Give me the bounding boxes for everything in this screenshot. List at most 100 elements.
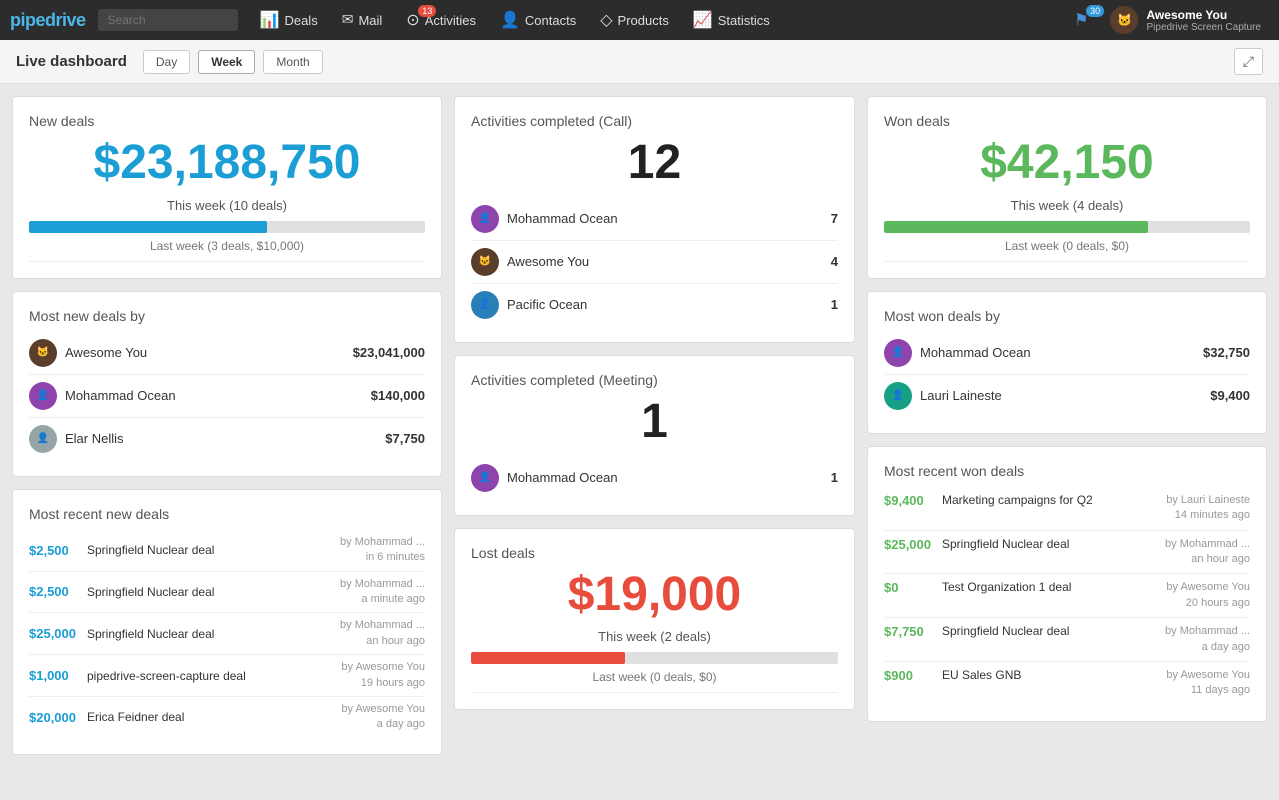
new-deals-progress: [29, 221, 425, 233]
most-recent-new-deals-card: Most recent new deals $2,500 Springfield…: [12, 489, 442, 755]
activities-call-count: 12: [471, 137, 838, 190]
search-input[interactable]: [98, 9, 238, 31]
list-item: 👤 Lauri Laineste $9,400: [884, 375, 1250, 417]
nav-mail-label: Mail: [358, 13, 382, 28]
avatar: 👤: [29, 425, 57, 453]
won-meta: by Lauri Laineste14 minutes ago: [1166, 493, 1250, 524]
middle-column: Activities completed (Call) 12 👤 Mohamma…: [454, 96, 855, 755]
deal-amount: $2,500: [29, 584, 81, 599]
deal-amount: $1,000: [29, 668, 81, 683]
new-deals-subtitle: This week (10 deals): [29, 198, 425, 213]
recent-deals-list: $2,500 Springfield Nuclear deal by Moham…: [29, 530, 425, 738]
new-deals-card: New deals $23,188,750 This week (10 deal…: [12, 96, 442, 279]
won-amount: $900: [884, 668, 936, 683]
person-name: Lauri Laineste: [920, 388, 1202, 403]
person-value: $23,041,000: [353, 345, 425, 360]
won-meta: by Awesome You20 hours ago: [1166, 580, 1250, 611]
won-meta: by Mohammad ...a day ago: [1165, 624, 1250, 655]
subheader: Live dashboard Day Week Month ⤢: [0, 40, 1279, 84]
brand-logo[interactable]: pipedrive: [10, 10, 86, 31]
list-item: $2,500 Springfield Nuclear deal by Moham…: [29, 530, 425, 572]
lost-deals-subtitle: This week (2 deals): [471, 629, 838, 644]
stats-icon: [693, 10, 713, 30]
deal-meta: by Mohammad ...in 6 minutes: [340, 535, 425, 566]
new-deals-lastweek: Last week (3 deals, $10,000): [29, 239, 425, 253]
avatar: 👤: [884, 339, 912, 367]
won-name: Springfield Nuclear deal: [942, 537, 1159, 551]
deal-name: Springfield Nuclear deal: [87, 543, 334, 557]
expand-button[interactable]: ⤢: [1234, 48, 1263, 75]
list-item: $900 EU Sales GNB by Awesome You11 days …: [884, 662, 1250, 705]
products-icon: [600, 10, 612, 30]
won-deals-card: Won deals $42,150 This week (4 deals) La…: [867, 96, 1267, 279]
list-item: 🐱 Awesome You 4: [471, 241, 838, 284]
nav-contacts[interactable]: Contacts: [490, 0, 586, 40]
nav-contacts-label: Contacts: [525, 13, 576, 28]
recent-won-title: Most recent won deals: [884, 463, 1250, 479]
avatar: 👤: [471, 205, 499, 233]
activities-call-list: 👤 Mohammad Ocean 7 🐱 Awesome You 4 👤 Pac…: [471, 198, 838, 326]
nav-activities[interactable]: 13 Activities: [396, 0, 486, 40]
nav-user[interactable]: 🐱 Awesome You Pipedrive Screen Capture: [1102, 6, 1269, 34]
activities-call-title: Activities completed (Call): [471, 113, 838, 129]
deal-name: pipedrive-screen-capture deal: [87, 669, 335, 683]
right-column: Won deals $42,150 This week (4 deals) La…: [867, 96, 1267, 755]
contacts-icon: [500, 10, 520, 30]
avatar: 👤: [884, 382, 912, 410]
list-item: 👤 Elar Nellis $7,750: [29, 418, 425, 460]
lost-deals-card: Lost deals $19,000 This week (2 deals) L…: [454, 528, 855, 711]
nav-flag[interactable]: 30: [1064, 0, 1098, 40]
activities-call-card: Activities completed (Call) 12 👤 Mohamma…: [454, 96, 855, 343]
person-name: Mohammad Ocean: [920, 345, 1195, 360]
list-item: $2,500 Springfield Nuclear deal by Moham…: [29, 572, 425, 614]
mail-icon: [342, 11, 354, 29]
nav-deals-label: Deals: [284, 13, 317, 28]
nav-products-label: Products: [618, 13, 669, 28]
list-item: $25,000 Springfield Nuclear deal by Moha…: [29, 613, 425, 655]
person-name: Pacific Ocean: [507, 297, 823, 312]
person-value: $140,000: [371, 388, 425, 403]
nav-deals[interactable]: Deals: [250, 0, 328, 40]
person-name: Awesome You: [65, 345, 345, 360]
deal-meta: by Awesome You19 hours ago: [341, 660, 425, 691]
person-count: 7: [831, 211, 838, 226]
nav-products[interactable]: Products: [590, 0, 679, 40]
won-name: Marketing campaigns for Q2: [942, 493, 1160, 507]
new-deals-title: New deals: [29, 113, 425, 129]
person-name: Mohammad Ocean: [507, 211, 823, 226]
deal-name: Springfield Nuclear deal: [87, 585, 334, 599]
tab-month[interactable]: Month: [263, 50, 322, 74]
avatar: 🐱: [471, 248, 499, 276]
most-recent-won-card: Most recent won deals $9,400 Marketing c…: [867, 446, 1267, 722]
list-item: $7,750 Springfield Nuclear deal by Moham…: [884, 618, 1250, 662]
tab-day[interactable]: Day: [143, 50, 190, 74]
nav-statistics[interactable]: Statistics: [683, 0, 780, 40]
won-deals-progress: [884, 221, 1250, 233]
avatar: 🐱: [29, 339, 57, 367]
person-value: $9,400: [1210, 388, 1250, 403]
list-item: $1,000 pipedrive-screen-capture deal by …: [29, 655, 425, 697]
won-deals-progress-bar: [884, 221, 1148, 233]
most-new-deals-title: Most new deals by: [29, 308, 425, 324]
nav-mail[interactable]: Mail: [332, 0, 393, 40]
activities-meeting-count: 1: [471, 396, 838, 449]
person-name: Elar Nellis: [65, 431, 377, 446]
activities-meeting-title: Activities completed (Meeting): [471, 372, 838, 388]
flag-badge: 30: [1086, 5, 1104, 17]
list-item: 👤 Mohammad Ocean $32,750: [884, 332, 1250, 375]
tab-week[interactable]: Week: [198, 50, 255, 74]
lost-deals-amount: $19,000: [471, 569, 838, 622]
won-amount: $25,000: [884, 537, 936, 552]
person-name: Mohammad Ocean: [65, 388, 363, 403]
list-item: 🐱 Awesome You $23,041,000: [29, 332, 425, 375]
dashboard: New deals $23,188,750 This week (10 deal…: [0, 84, 1279, 791]
list-item: $20,000 Erica Feidner deal by Awesome Yo…: [29, 697, 425, 738]
deal-amount: $20,000: [29, 710, 81, 725]
won-amount: $7,750: [884, 624, 936, 639]
person-name: Awesome You: [507, 254, 823, 269]
person-value: $7,750: [385, 431, 425, 446]
most-won-deals-card: Most won deals by 👤 Mohammad Ocean $32,7…: [867, 291, 1267, 434]
most-new-deals-list: 🐱 Awesome You $23,041,000 👤 Mohammad Oce…: [29, 332, 425, 460]
avatar: 👤: [471, 291, 499, 319]
lost-deals-lastweek: Last week (0 deals, $0): [471, 670, 838, 684]
